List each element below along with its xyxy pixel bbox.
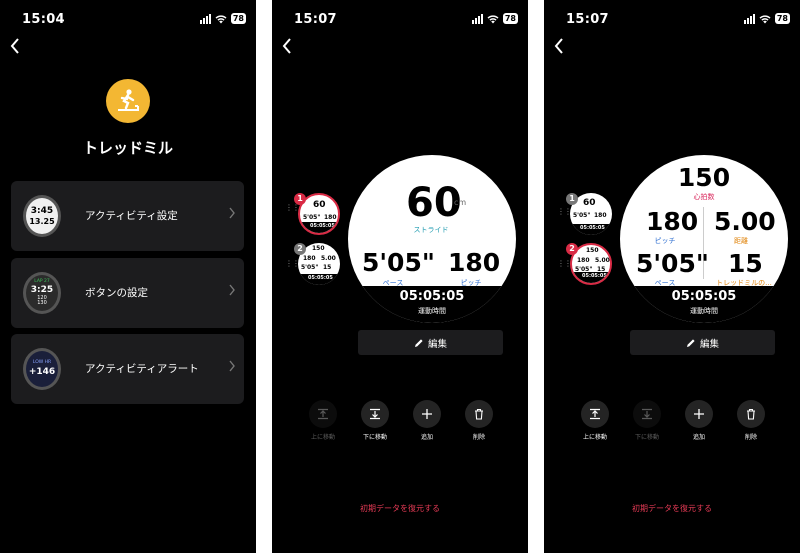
card-label: ボタンの設定 xyxy=(85,287,148,299)
battery-level: 78 xyxy=(502,13,518,24)
duration-bar: 05:05:05 運動時間 xyxy=(620,286,788,323)
chevron-right-icon xyxy=(229,360,235,372)
move-up-button[interactable]: 上に移動 xyxy=(580,400,610,441)
stride-label: ストライド xyxy=(413,226,449,234)
button-settings-card[interactable]: LAP 27 3:25 120 130 ボタンの設定 xyxy=(11,258,244,328)
move-down-icon xyxy=(642,408,652,420)
add-label: 追加 xyxy=(692,434,705,441)
back-button[interactable] xyxy=(282,38,298,58)
wifi-icon xyxy=(215,14,227,23)
data-page-editor-screen-2: 15:07 78 ⋮⋮ 60 5'05" 180 05:05:05 1 ⋮⋮ 1… xyxy=(544,0,800,553)
delete-button[interactable]: 削除 xyxy=(736,400,766,441)
trash-icon xyxy=(747,408,755,420)
add-button[interactable]: 追加 xyxy=(412,400,442,441)
move-down-button[interactable]: 下に移動 xyxy=(632,400,662,441)
drag-handle-icon[interactable]: ⋮⋮ xyxy=(557,208,572,216)
distance-value: 5.00 xyxy=(714,207,776,236)
cadence-label: ピッチ xyxy=(654,237,676,245)
activity-settings-screen: 15:04 78 トレッドミル 3:45 13.25 アクティビティ設定 LAP… xyxy=(0,0,256,553)
page-number-badge: 2 xyxy=(566,243,578,255)
status-time: 15:07 xyxy=(294,12,337,27)
chevron-right-icon xyxy=(229,284,235,296)
pencil-icon xyxy=(686,338,695,347)
delete-label: 削除 xyxy=(744,434,757,441)
watch-preview: LAP 27 3:25 120 130 xyxy=(23,272,61,314)
back-button[interactable] xyxy=(10,38,26,58)
add-label: 追加 xyxy=(420,434,433,441)
cadence-value: 180 xyxy=(448,248,501,277)
edit-button[interactable]: 編集 xyxy=(358,330,503,355)
card-label: アクティビティ設定 xyxy=(85,210,178,222)
signal-icon xyxy=(199,13,211,24)
page-number-badge: 1 xyxy=(566,193,578,205)
duration-label: 運動時間 xyxy=(690,307,718,315)
status-time: 15:07 xyxy=(566,12,609,27)
status-time: 15:04 xyxy=(22,12,65,27)
delete-label: 削除 xyxy=(472,434,485,441)
duration-label: 運動時間 xyxy=(418,307,446,315)
battery-level: 78 xyxy=(774,13,790,24)
status-bar: 15:07 78 xyxy=(544,12,800,28)
activity-title: トレッドミル xyxy=(82,139,173,157)
page-number-badge: 1 xyxy=(294,193,306,205)
distance-label: 距離 xyxy=(734,237,748,245)
move-down-label: 下に移動 xyxy=(634,434,659,441)
watch-preview: 3:45 13.25 xyxy=(23,195,61,237)
drag-handle-icon[interactable]: ⋮⋮ xyxy=(557,260,572,268)
wifi-icon xyxy=(487,14,499,23)
chevron-left-icon xyxy=(10,38,19,54)
battery-level: 78 xyxy=(230,13,246,24)
move-up-button[interactable]: 上に移動 xyxy=(308,400,338,441)
data-page-editor-screen-1: 15:07 78 ⋮⋮ 60 5'05" 180 05:05:05 1 ⋮⋮ 1… xyxy=(272,0,528,553)
heart-rate-label: 心拍数 xyxy=(693,193,715,201)
stride-unit: cm xyxy=(454,198,467,207)
restore-defaults-link[interactable]: 初期データを復元する xyxy=(272,503,528,514)
activity-alert-card[interactable]: LOW HR +146 アクティビティアラート xyxy=(11,334,244,404)
move-down-button[interactable]: 下に移動 xyxy=(360,400,390,441)
pencil-icon xyxy=(414,338,423,347)
watch-face-preview: 150 心拍数 180 ピッチ 5.00 距離 5'05" ペース 15 トレッ… xyxy=(620,155,788,323)
edit-button[interactable]: 編集 xyxy=(630,330,775,355)
drag-handle-icon[interactable]: ⋮⋮ xyxy=(285,204,300,212)
watch-preview: LOW HR +146 xyxy=(23,348,61,390)
card-label: アクティビティアラート xyxy=(85,363,199,375)
pace-value: 5'05" xyxy=(636,249,709,278)
treadmill-icon xyxy=(106,79,150,123)
move-up-icon xyxy=(590,408,600,420)
page-number-badge: 2 xyxy=(294,243,306,255)
treadmill-value: 15 xyxy=(728,249,763,278)
move-up-icon xyxy=(318,408,328,420)
chevron-left-icon xyxy=(554,38,563,54)
delete-button[interactable]: 削除 xyxy=(464,400,494,441)
move-down-icon xyxy=(370,408,380,420)
chevron-right-icon xyxy=(229,207,235,219)
duration-value: 05:05:05 xyxy=(671,289,737,304)
chevron-left-icon xyxy=(282,38,291,54)
plus-icon xyxy=(694,409,704,419)
pace-value: 5'05" xyxy=(362,248,435,277)
add-button[interactable]: 追加 xyxy=(684,400,714,441)
status-bar: 15:04 78 xyxy=(0,12,256,28)
signal-icon xyxy=(471,13,483,24)
move-up-label: 上に移動 xyxy=(310,434,335,441)
watch-face-preview: 60 cm ストライド 5'05" ペース 180 ピッチ 05:05:05 運… xyxy=(348,155,516,323)
move-down-label: 下に移動 xyxy=(362,434,387,441)
signal-icon xyxy=(743,13,755,24)
move-up-label: 上に移動 xyxy=(582,434,607,441)
heart-rate-value: 150 xyxy=(677,163,731,192)
duration-bar: 05:05:05 運動時間 xyxy=(348,286,516,323)
drag-handle-icon[interactable]: ⋮⋮ xyxy=(285,260,300,268)
plus-icon xyxy=(422,409,432,419)
trash-icon xyxy=(475,408,483,420)
back-button[interactable] xyxy=(554,38,570,58)
duration-value: 05:05:05 xyxy=(399,289,465,304)
restore-defaults-link[interactable]: 初期データを復元する xyxy=(544,503,800,514)
wifi-icon xyxy=(759,14,771,23)
cadence-value: 180 xyxy=(646,207,699,236)
status-bar: 15:07 78 xyxy=(272,12,528,28)
activity-settings-card[interactable]: 3:45 13.25 アクティビティ設定 xyxy=(11,181,244,251)
